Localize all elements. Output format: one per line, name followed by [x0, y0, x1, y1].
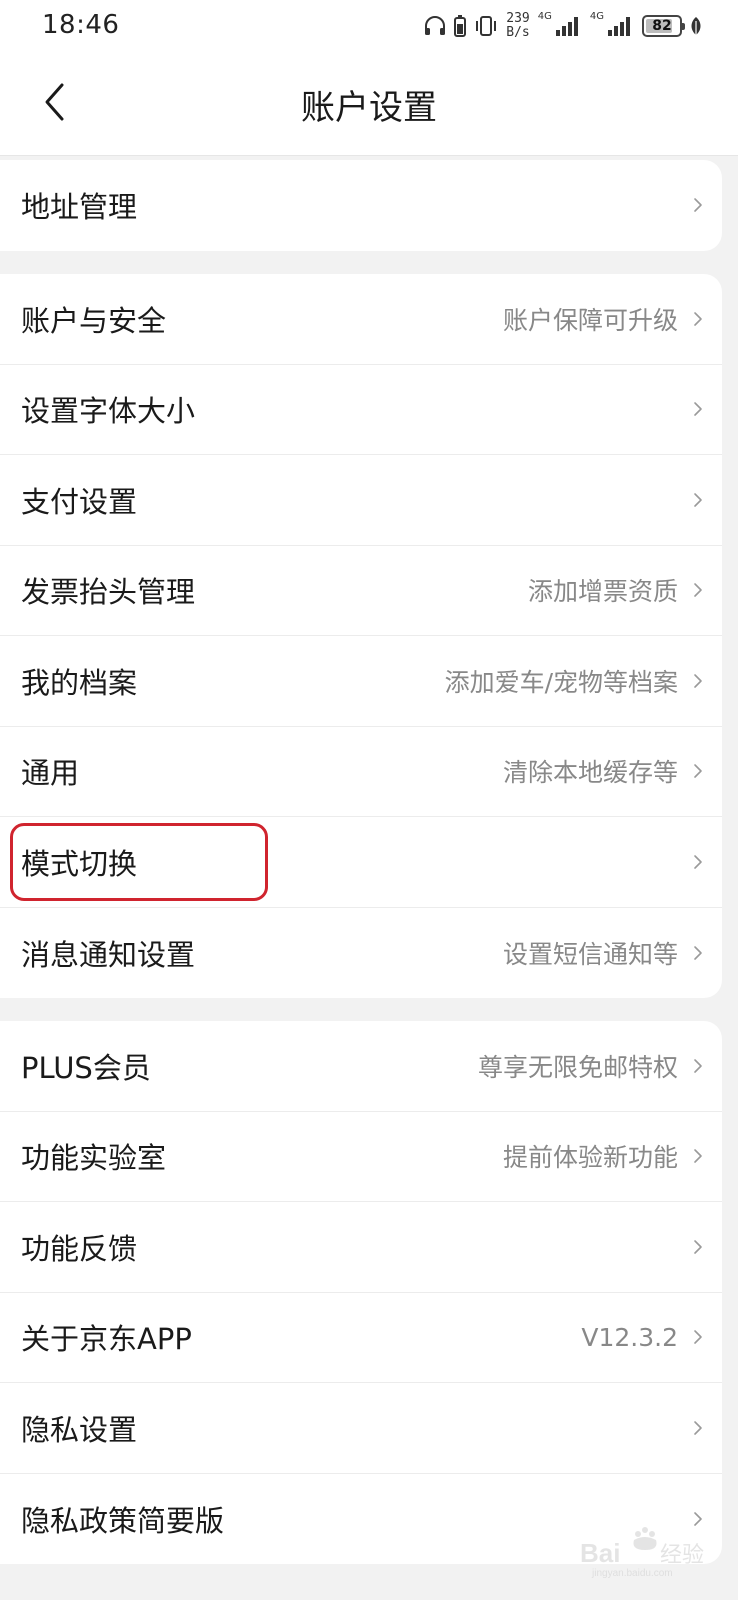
settings-row-hint: 清除本地缓存等 — [502, 758, 678, 788]
settings-row[interactable]: 账户与安全 账户保障可升级 — [0, 274, 722, 365]
settings-row-hint: 添加爱车/宠物等档案 — [444, 667, 678, 697]
status-time: 18:46 — [42, 10, 120, 40]
battery-icon: 82 — [642, 15, 685, 37]
settings-row-label: PLUS会员 — [21, 1050, 151, 1085]
settings-row-label: 设置字体大小 — [21, 394, 196, 429]
settings-row-hint: 尊享无限免邮特权 — [477, 1052, 678, 1082]
settings-row[interactable]: 我的档案 添加爱车/宠物等档案 — [0, 636, 722, 727]
settings-row-label: 关于京东APP — [21, 1322, 192, 1357]
settings-row-hint: V12.3.2 — [581, 1322, 678, 1352]
settings-group-account: 账户与安全 账户保障可升级设置字体大小 支付设置发票抬头管理 添加增票资质我的档案 添加… — [0, 274, 722, 998]
vibrate-icon — [474, 15, 498, 37]
chevron-right-icon — [694, 1239, 702, 1254]
chevron-right-icon — [694, 854, 702, 869]
chevron-right-icon — [694, 1058, 702, 1073]
chevron-right-icon — [694, 492, 702, 507]
settings-row-hint: 账户保障可升级 — [502, 305, 678, 335]
chevron-right-icon — [694, 1330, 702, 1345]
svg-text:jingyan.baidu.com: jingyan.baidu.com — [591, 1568, 673, 1579]
battery-level: 82 — [652, 18, 672, 34]
network-speed-unit: B/s — [506, 25, 530, 40]
settings-row[interactable]: PLUS会员 尊享无限免邮特权 — [0, 1021, 722, 1112]
signal-2-label: 4G — [589, 10, 604, 22]
chevron-right-icon — [694, 945, 702, 960]
settings-row-label: 隐私政策简要版 — [21, 1503, 225, 1538]
settings-row-label: 支付设置 — [21, 484, 138, 519]
headphones-icon — [424, 16, 446, 36]
settings-group-address: 地址管理 — [0, 160, 722, 251]
settings-row-hint: 添加增票资质 — [527, 577, 678, 607]
page-title: 账户设置 — [301, 88, 437, 128]
settings-row-label: 发票抬头管理 — [21, 575, 196, 610]
chevron-right-icon — [694, 1149, 702, 1164]
chevron-right-icon — [694, 673, 702, 688]
nav-bar: 账户设置 — [0, 52, 738, 156]
network-speed: 239 B/s — [506, 12, 529, 40]
settings-row[interactable]: 支付设置 — [0, 455, 722, 546]
settings-row-hint: 设置短信通知等 — [502, 939, 678, 969]
settings-group-app: PLUS会员 尊享无限免邮特权功能实验室 提前体验新功能功能反馈关于京东APP V12… — [0, 1021, 722, 1564]
chevron-right-icon — [694, 198, 702, 213]
chevron-right-icon — [694, 1511, 702, 1526]
settings-row-label: 地址管理 — [21, 190, 138, 225]
settings-row-label: 消息通知设置 — [21, 937, 196, 972]
settings-row[interactable]: 关于京东APP V12.3.2 — [0, 1293, 722, 1383]
settings-row-hint: 提前体验新功能 — [502, 1143, 678, 1173]
settings-row[interactable]: 功能实验室 提前体验新功能 — [0, 1112, 722, 1202]
leaf-icon — [690, 16, 702, 36]
settings-row[interactable]: 模式切换 — [0, 817, 722, 908]
settings-row-label: 账户与安全 — [21, 303, 167, 338]
chevron-right-icon — [694, 402, 702, 417]
settings-row-label: 模式切换 — [21, 846, 138, 881]
signal-1-icon — [555, 16, 582, 36]
settings-row[interactable]: 隐私政策简要版 — [0, 1474, 722, 1565]
settings-row[interactable]: 功能反馈 — [0, 1202, 722, 1293]
signal-1-label: 4G — [537, 10, 552, 22]
chevron-right-icon — [694, 764, 702, 779]
network-speed-value: 239 — [506, 11, 530, 26]
settings-row[interactable]: 发票抬头管理 添加增票资质 — [0, 546, 722, 636]
battery-saver-icon — [454, 15, 467, 37]
settings-row[interactable]: 隐私设置 — [0, 1383, 722, 1474]
settings-row-label: 功能反馈 — [21, 1231, 138, 1266]
signal-2-icon — [608, 16, 634, 36]
settings-row-label: 隐私设置 — [21, 1412, 138, 1447]
chevron-right-icon — [694, 583, 702, 598]
chevron-right-icon — [694, 311, 702, 326]
settings-row[interactable]: 消息通知设置 设置短信通知等 — [0, 908, 722, 999]
settings-row[interactable]: 设置字体大小 — [0, 365, 722, 455]
settings-row[interactable]: 通用 清除本地缓存等 — [0, 727, 722, 817]
status-bar: 18:46 239 B/s 4G 4G 82 — [0, 0, 738, 52]
chevron-right-icon — [694, 1420, 702, 1435]
status-icons: 239 B/s 4G 4G 82 — [424, 8, 702, 44]
settings-row-label: 功能实验室 — [21, 1141, 167, 1176]
settings-row-label: 通用 — [21, 756, 80, 791]
settings-row[interactable]: 地址管理 — [0, 160, 722, 251]
settings-row-label: 我的档案 — [21, 665, 138, 700]
